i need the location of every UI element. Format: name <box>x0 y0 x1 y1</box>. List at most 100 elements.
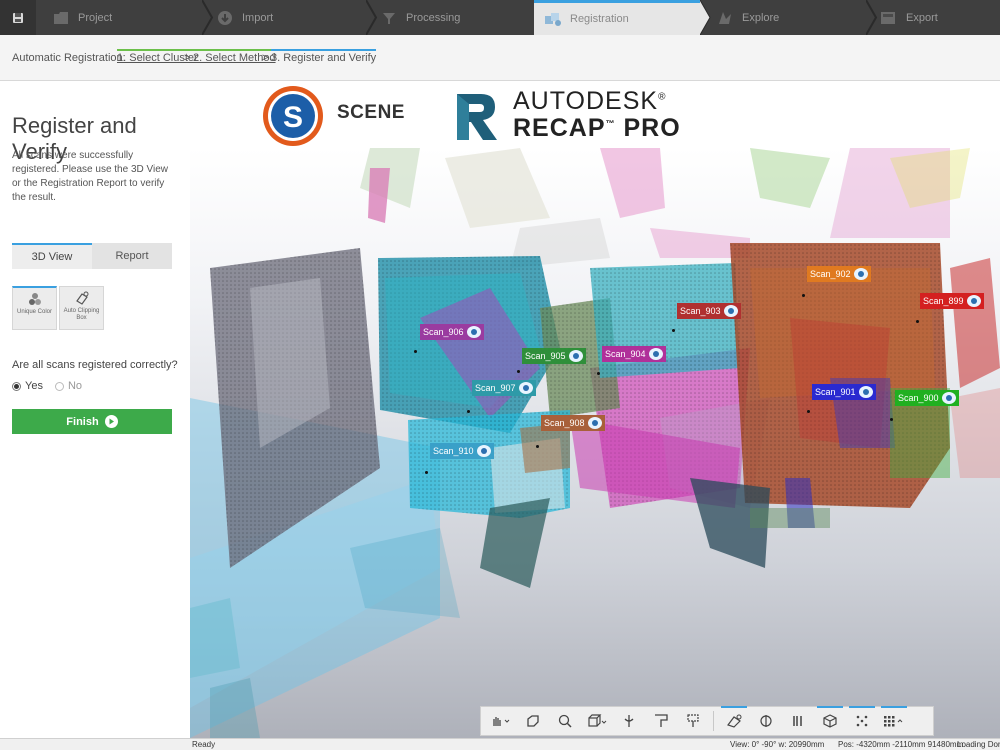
step-import[interactable]: Import <box>216 0 366 35</box>
scan-marker <box>916 320 919 323</box>
scan-label-910[interactable]: Scan_910 <box>430 443 494 459</box>
eye-icon[interactable] <box>568 350 583 362</box>
scene-logo: S <box>263 86 323 146</box>
scan-name: Scan_905 <box>525 351 566 361</box>
scan-marker <box>536 445 539 448</box>
eye-icon[interactable] <box>858 386 873 398</box>
clip-button[interactable] <box>718 706 750 735</box>
auto-clipping-box-button[interactable]: Auto Clipping Box <box>59 286 104 330</box>
panel-description: All scans were successfully registered. … <box>12 150 169 203</box>
3d-viewport[interactable]: Scan_906 Scan_905 Scan_904 Scan_903 Scan… <box>190 148 1000 738</box>
unique-color-button[interactable]: Unique Color <box>12 286 57 330</box>
verify-question: Are all scans registered correctly? <box>12 359 178 371</box>
points-icon <box>856 715 868 727</box>
status-view: View: 0° -90° w: 20990mm <box>730 740 825 749</box>
eye-icon[interactable] <box>476 445 491 457</box>
step-processing[interactable]: Processing <box>380 0 534 35</box>
no-radio[interactable]: No <box>54 380 83 392</box>
eye-icon[interactable] <box>518 382 533 394</box>
eye-icon[interactable] <box>941 392 956 404</box>
scan-label-903[interactable]: Scan_903 <box>677 303 741 319</box>
recap-pro-logo-text: RECAP™ PRO <box>513 114 681 143</box>
save-button[interactable] <box>0 0 36 35</box>
scan-label-902[interactable]: Scan_902 <box>807 266 871 282</box>
cube-button[interactable] <box>814 706 846 735</box>
auto-clipping-box-label: Auto Clipping Box <box>63 308 100 321</box>
chevron-divider <box>366 0 378 35</box>
finish-button[interactable]: Finish <box>12 409 172 434</box>
scan-label-899[interactable]: Scan_899 <box>920 293 984 309</box>
scan-label-900[interactable]: Scan_900 <box>895 390 959 406</box>
columns-icon <box>793 716 802 726</box>
explore-icon <box>716 10 734 26</box>
view-cube-button[interactable] <box>581 707 613 735</box>
zoom-button[interactable] <box>549 707 581 735</box>
step-project[interactable]: Project <box>52 0 202 35</box>
scan-label-907[interactable]: Scan_907 <box>472 380 536 396</box>
eye-icon[interactable] <box>648 348 663 360</box>
breadcrumb-separator: > <box>184 52 191 64</box>
step-registration[interactable]: Registration <box>534 0 700 35</box>
step-export-label: Export <box>906 11 938 24</box>
autodesk-logo-word: AUTODESK <box>513 87 659 115</box>
walk-icon <box>624 715 634 727</box>
left-panel: Register and Verify All scans were succe… <box>0 81 190 750</box>
registered-mark: ® <box>658 91 667 103</box>
logo-banner: S SCENE AUTODESK® RECAP™ PRO <box>190 81 1000 148</box>
cube-icon <box>823 714 837 728</box>
grid-button[interactable] <box>878 706 910 735</box>
eye-icon[interactable] <box>966 295 981 307</box>
no-label: No <box>67 380 83 392</box>
eye-icon[interactable] <box>587 417 602 429</box>
orbit-button[interactable] <box>517 707 549 735</box>
chevron-divider <box>700 0 711 35</box>
fit-icon <box>655 714 668 727</box>
scan-label-904[interactable]: Scan_904 <box>602 346 666 362</box>
yes-radio[interactable]: Yes <box>12 380 43 392</box>
scan-marker <box>425 471 428 474</box>
scan-marker <box>414 350 417 353</box>
scan-name: Scan_910 <box>433 446 474 456</box>
step-export[interactable]: Export <box>880 0 1000 35</box>
points-button[interactable] <box>846 706 878 735</box>
workflow-bar: Project Import Processing Registration E… <box>0 0 1000 35</box>
status-position: Pos: -4320mm -2110mm 91480mm <box>838 740 964 749</box>
step-import-label: Import <box>242 11 274 24</box>
mirror-button[interactable] <box>750 707 782 735</box>
scan-name: Scan_904 <box>605 349 646 359</box>
scan-name: Scan_900 <box>898 393 939 403</box>
pro-logo-word: PRO <box>623 114 681 142</box>
step-explore[interactable]: Explore <box>716 0 866 35</box>
eye-icon[interactable] <box>853 268 868 280</box>
radio-empty-icon <box>54 381 64 391</box>
tab-report[interactable]: Report <box>92 243 172 269</box>
eye-icon[interactable] <box>723 305 738 317</box>
unique-color-label: Unique Color <box>16 309 53 315</box>
columns-button[interactable] <box>782 707 814 735</box>
scan-marker <box>672 329 675 332</box>
scan-marker <box>467 410 470 413</box>
trademark-mark: ™ <box>605 118 616 129</box>
step-registration-label: Registration <box>570 13 629 25</box>
scan-label-906[interactable]: Scan_906 <box>420 324 484 340</box>
scan-label-901[interactable]: Scan_901 <box>812 384 876 400</box>
save-icon <box>13 12 23 23</box>
chevron-divider <box>202 0 214 35</box>
eye-icon[interactable] <box>466 326 481 338</box>
fit-button[interactable] <box>645 707 677 735</box>
view-cube-icon <box>588 714 607 727</box>
scan-label-908[interactable]: Scan_908 <box>541 415 605 431</box>
hand-tool-button[interactable] <box>485 707 517 735</box>
recap-logo <box>457 94 497 140</box>
status-loading: Loading Done <box>957 740 1000 749</box>
scan-marker <box>517 370 520 373</box>
hand-tool-icon <box>493 717 510 726</box>
folder-icon <box>52 10 70 26</box>
scan-label-905[interactable]: Scan_905 <box>522 348 586 364</box>
walk-button[interactable] <box>613 707 645 735</box>
grid-icon <box>884 716 903 727</box>
tab-3d-view[interactable]: 3D View <box>12 243 92 269</box>
scan-marker <box>597 372 600 375</box>
limit-box-button[interactable] <box>677 707 709 735</box>
radio-selected-icon <box>12 381 21 391</box>
